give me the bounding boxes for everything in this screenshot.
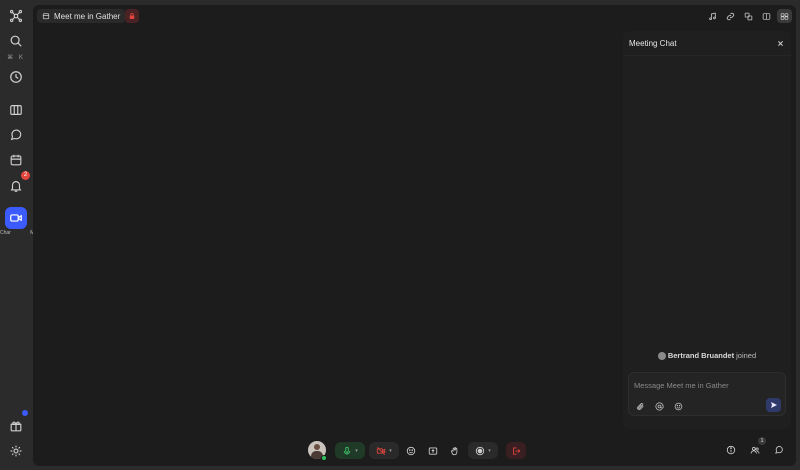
chat-title: Meeting Chat xyxy=(629,39,677,48)
meeting-title-pill[interactable]: Meet me in Gather xyxy=(37,9,126,23)
hand-icon xyxy=(450,446,457,455)
meeting-title: Meet me in Gather xyxy=(54,11,121,21)
avatar-head xyxy=(314,444,320,450)
gift-button[interactable] xyxy=(5,410,28,437)
chat-bubble-icon[interactable] xyxy=(5,124,27,146)
video-camera-icon xyxy=(10,214,22,222)
chevron-down-icon[interactable]: ▾ xyxy=(355,448,358,454)
emoji-button[interactable] xyxy=(672,400,684,412)
at-sign-icon xyxy=(654,401,664,410)
join-suffix: joined xyxy=(736,351,757,360)
right-controls: 1 xyxy=(724,437,786,457)
app-window: ⌘ K 2 Char Meet me in Gather Meeting Cha… xyxy=(0,0,800,470)
lock-icon xyxy=(129,12,135,19)
mention-button[interactable] xyxy=(653,400,665,412)
search-icon[interactable] xyxy=(5,30,27,52)
send-button[interactable] xyxy=(766,398,781,412)
chevron-down-icon[interactable]: ▾ xyxy=(389,448,392,454)
music-note-icon xyxy=(709,12,716,20)
translate-icon xyxy=(744,12,753,20)
join-user-name: Bertrand Bruandet xyxy=(667,351,735,360)
close-chat-button[interactable] xyxy=(775,38,785,48)
join-system-message: Bertrand Bruandet joined xyxy=(623,351,791,360)
gift-icon xyxy=(10,421,22,432)
meeting-button[interactable] xyxy=(5,207,27,229)
calendar-small-icon xyxy=(42,13,50,20)
microphone-icon xyxy=(343,446,351,455)
meeting-chat-panel: Meeting Chat Bertrand Bruandet joined xyxy=(623,31,791,429)
left-rail: ⌘ K 2 Char Mee xyxy=(0,0,40,470)
link-icon xyxy=(726,12,735,20)
grid-layout-icon xyxy=(780,12,789,20)
send-arrow-icon xyxy=(770,402,777,408)
meeting-topbar: Meet me in Gather xyxy=(33,5,796,27)
people-icon xyxy=(750,446,760,454)
record-icon xyxy=(476,446,485,455)
lock-button[interactable] xyxy=(125,9,139,23)
notifications-button[interactable]: 2 xyxy=(5,171,30,197)
screen-share-icon xyxy=(428,446,437,455)
gather-logo-icon[interactable] xyxy=(5,5,27,27)
message-input[interactable] xyxy=(634,379,779,391)
chat-divider xyxy=(623,55,791,56)
topbar-actions xyxy=(705,9,792,23)
translate-button[interactable] xyxy=(741,9,756,23)
info-button[interactable] xyxy=(724,443,738,457)
message-composer xyxy=(628,372,786,416)
leave-meeting-button[interactable] xyxy=(506,442,526,459)
notifications-badge: 2 xyxy=(21,171,30,180)
settings-icon[interactable] xyxy=(5,440,27,462)
map-icon[interactable] xyxy=(5,99,27,121)
info-icon xyxy=(726,445,736,455)
smiley-icon xyxy=(406,446,415,455)
participants-count: 1 xyxy=(758,437,766,445)
gift-dot-badge xyxy=(22,410,28,416)
meeting-controls: ▾ ▾ ▾ 1 xyxy=(33,437,796,463)
record-button[interactable]: ▾ xyxy=(468,442,498,459)
split-view-button[interactable] xyxy=(759,9,774,23)
composer-tools xyxy=(634,400,684,412)
microphone-toggle[interactable]: ▾ xyxy=(335,442,365,459)
camera-toggle[interactable]: ▾ xyxy=(369,442,399,459)
history-icon[interactable] xyxy=(5,66,27,88)
smiley-icon xyxy=(674,402,682,410)
close-icon xyxy=(777,40,783,46)
meeting-area: Meet me in Gather Meeting Chat Bertrand … xyxy=(33,5,796,466)
leave-door-icon xyxy=(513,446,521,455)
search-shortcut: ⌘ K xyxy=(7,55,25,61)
reactions-button[interactable] xyxy=(402,442,419,459)
caption-left: Char xyxy=(0,230,11,236)
attach-button[interactable] xyxy=(634,400,646,412)
music-button[interactable] xyxy=(705,9,720,23)
raise-hand-button[interactable] xyxy=(446,442,463,459)
bell-icon xyxy=(10,181,22,192)
chat-toggle-button[interactable] xyxy=(772,443,786,457)
screen-share-button[interactable] xyxy=(424,442,441,459)
participants-button[interactable]: 1 xyxy=(748,437,766,457)
split-layout-icon xyxy=(762,12,771,20)
chat-bubble-icon xyxy=(775,446,783,454)
online-status-dot xyxy=(321,455,327,461)
grid-view-button[interactable] xyxy=(777,9,792,23)
avatar xyxy=(657,351,666,360)
paperclip-icon xyxy=(636,402,644,410)
copy-link-button[interactable] xyxy=(723,9,738,23)
camera-off-icon xyxy=(377,446,386,455)
chevron-down-icon[interactable]: ▾ xyxy=(488,448,491,454)
calendar-icon[interactable] xyxy=(5,149,27,171)
